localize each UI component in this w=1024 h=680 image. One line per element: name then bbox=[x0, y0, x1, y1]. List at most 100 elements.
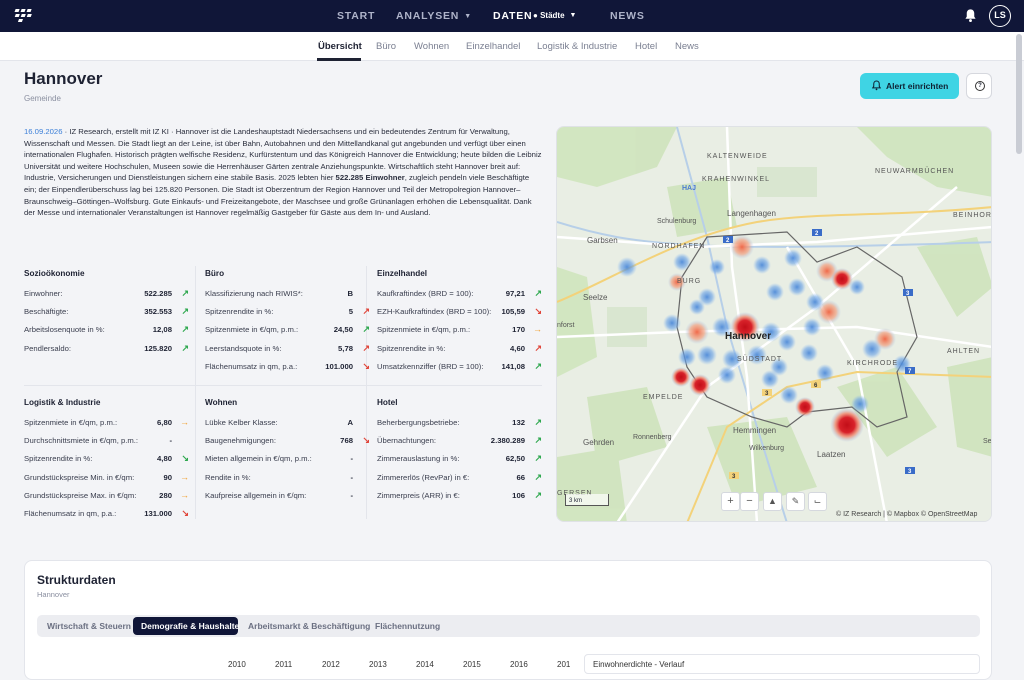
trend-arrow-icon: ↗ bbox=[181, 342, 189, 353]
kpi-row: Spitzenmiete in €/qm, p.m.: 170 → bbox=[377, 324, 547, 343]
tab-einzelhandel[interactable]: Einzelhandel bbox=[466, 41, 520, 52]
trend-arrow-icon: ↗ bbox=[534, 360, 542, 371]
kpi-value: - bbox=[350, 454, 353, 464]
zoom-in-button[interactable]: + bbox=[721, 492, 740, 511]
bell-icon[interactable] bbox=[963, 8, 978, 23]
svg-text:Schulenburg: Schulenburg bbox=[657, 218, 696, 225]
kpi-label: EZH-Kaufkraftindex (BRD = 100): bbox=[377, 307, 492, 317]
kpi-label: Rendite in %: bbox=[205, 472, 251, 482]
svg-text:EMPELDE: EMPELDE bbox=[643, 394, 683, 401]
nav-start[interactable]: START bbox=[337, 10, 375, 22]
tab-demografie[interactable]: Demografie & Haushalte bbox=[141, 621, 239, 631]
strukturdaten-title: Strukturdaten bbox=[37, 573, 116, 587]
kpi-wohnen: Wohnen Lübke Kelber Klasse: A Baugenehmigun… bbox=[205, 398, 375, 509]
page-subtitle: Gemeinde bbox=[24, 94, 61, 103]
draw-button[interactable]: ✎ bbox=[786, 492, 805, 511]
active-tab-indicator bbox=[317, 58, 361, 61]
kpi-sozio: Sozioökonomie Einwohner: 522.285 ↗ Beschäfti… bbox=[24, 269, 194, 362]
kpi-label: Grundstückspreise Min. in €/qm: bbox=[24, 472, 135, 482]
zoom-out-button[interactable]: − bbox=[740, 492, 759, 511]
kpi-row: Mieten allgemein in €/qm, p.m.: - bbox=[205, 454, 375, 472]
kpi-label: Zimmerpreis (ARR) in €: bbox=[377, 490, 460, 500]
kpi-row: Zimmererlös (RevPar) in €: 66 ↗ bbox=[377, 472, 547, 491]
chevron-down-icon: ▼ bbox=[464, 13, 472, 20]
svg-text:nforst: nforst bbox=[557, 322, 575, 329]
kpi-row: Flächenumsatz in qm, p.a.: 131.000 ↘ bbox=[24, 507, 194, 527]
trend-arrow-icon: ↗ bbox=[362, 342, 370, 353]
kpi-label: Arbeitslosenquote in %: bbox=[24, 325, 105, 335]
description-highlight: 522.285 Einwohner bbox=[335, 173, 405, 183]
kpi-label: Übernachtungen: bbox=[377, 436, 436, 446]
chart-panel: Einwohnerdichte - Verlauf bbox=[584, 654, 980, 674]
svg-text:NORDHAFEN: NORDHAFEN bbox=[652, 243, 705, 250]
alert-button[interactable]: Alert einrichten bbox=[860, 73, 959, 99]
kpi-label: Kaufkraftindex (BRD = 100): bbox=[377, 289, 474, 298]
trend-arrow-icon: ↗ bbox=[534, 435, 542, 446]
ruler-icon: ⌙ bbox=[813, 496, 822, 506]
svg-text:Langenhagen: Langenhagen bbox=[727, 209, 776, 218]
kpi-label: Spitzenrendite in %: bbox=[24, 454, 93, 464]
map-attribution[interactable]: © IZ Research | © Mapbox © OpenStreetMap bbox=[836, 511, 977, 518]
tab-arbeitsmarkt[interactable]: Arbeitsmarkt & Beschäftigung bbox=[248, 621, 370, 631]
kpi-row: Zimmerpreis (ARR) in €: 106 ↗ bbox=[377, 489, 547, 509]
kpi-value: 141,08 bbox=[501, 361, 525, 371]
nav-news[interactable]: NEWS bbox=[610, 10, 645, 22]
trend-arrow-icon: ↘ bbox=[362, 435, 370, 446]
compass-button[interactable]: ▲ bbox=[763, 492, 782, 511]
tab-flaechennutzung[interactable]: Flächennutzung bbox=[375, 621, 440, 631]
map-scale: 3 km bbox=[565, 494, 609, 506]
page-title: Hannover bbox=[24, 69, 103, 88]
tab-news[interactable]: News bbox=[675, 41, 699, 52]
kpi-value: 6,80 bbox=[157, 418, 172, 427]
kpi-value: 5,78 bbox=[338, 343, 353, 353]
kpi-label: Pendlersaldo: bbox=[24, 343, 72, 353]
kpi-row: Rendite in %: - bbox=[205, 473, 375, 491]
kpi-label: Baugenehmigungen: bbox=[205, 436, 276, 446]
scrollbar[interactable] bbox=[1016, 34, 1022, 154]
help-button[interactable]: ? bbox=[966, 73, 992, 99]
kpi-value: B bbox=[347, 289, 353, 298]
kpi-logistik: Logistik & Industrie Spitzenmiete in €/qm… bbox=[24, 398, 194, 527]
tab-wohnen[interactable]: Wohnen bbox=[414, 41, 449, 52]
kpi-section-title: Büro bbox=[205, 269, 225, 278]
svg-text:SÜDSTADT: SÜDSTADT bbox=[737, 355, 782, 363]
tab-buero[interactable]: Büro bbox=[376, 41, 396, 52]
tab-uebersicht[interactable]: Übersicht bbox=[318, 41, 362, 52]
tab-logistik[interactable]: Logistik & Industrie bbox=[537, 41, 617, 52]
kpi-section-title: Einzelhandel bbox=[377, 269, 428, 278]
kpi-value: 105,59 bbox=[501, 307, 525, 317]
trend-arrow-icon: ↘ bbox=[181, 507, 189, 518]
user-avatar[interactable]: LS bbox=[989, 5, 1011, 27]
kpi-row: Beherbergungsbetriebe: 132 ↗ bbox=[377, 417, 547, 436]
trend-arrow-icon: ↗ bbox=[534, 342, 542, 353]
kpi-value: 97,21 bbox=[505, 289, 525, 298]
kpi-value: 4,60 bbox=[510, 343, 525, 353]
kpi-buero: Büro Klassifizierung nach RIWIS*: B Spitzen… bbox=[205, 269, 375, 380]
kpi-label: Beschäftigte: bbox=[24, 307, 69, 317]
kpi-value: 131.000 bbox=[144, 508, 172, 518]
divider bbox=[24, 385, 542, 386]
heat-map[interactable]: KALTENWEIDE KRAHENWINKEL HAJ Schulenburg La… bbox=[556, 126, 992, 522]
trend-arrow-icon: ↗ bbox=[534, 489, 542, 500]
tab-hotel[interactable]: Hotel bbox=[635, 41, 657, 52]
kpi-value: 522.285 bbox=[144, 289, 172, 298]
svg-text:KALTENWEIDE: KALTENWEIDE bbox=[707, 153, 768, 160]
nav-daten[interactable]: DATEN bbox=[493, 10, 532, 22]
city-selector[interactable]: ● Städte ▼ bbox=[533, 11, 576, 20]
tab-wirtschaft[interactable]: Wirtschaft & Steuern bbox=[47, 621, 131, 631]
kpi-label: Spitzenmiete in €/qm, p.m.: bbox=[377, 325, 471, 335]
question-icon: ? bbox=[975, 81, 985, 91]
kpi-row: Durchschnittsmiete in €/qm, p.m.: - bbox=[24, 436, 194, 454]
kpi-value: 5 bbox=[348, 307, 353, 317]
map-canvas[interactable]: KALTENWEIDE KRAHENWINKEL HAJ Schulenburg La… bbox=[557, 127, 992, 522]
svg-text:KRAHENWINKEL: KRAHENWINKEL bbox=[702, 176, 770, 183]
kpi-row: Spitzenrendite in %: 4,80 ↘ bbox=[24, 453, 194, 472]
kpi-label: Flächenumsatz in qm, p.a.: bbox=[205, 361, 298, 371]
nav-analysen[interactable]: ANALYSEN ▼ bbox=[396, 10, 472, 22]
kpi-value: A bbox=[347, 418, 353, 427]
area-button[interactable]: ⌙ bbox=[808, 492, 827, 511]
kpi-row: Grundstückspreise Min. in €/qm: 90 → bbox=[24, 472, 194, 491]
strukturdaten-subtitle: Hannover bbox=[37, 590, 70, 599]
kpi-value: 106 bbox=[512, 490, 525, 500]
kpi-value: - bbox=[350, 472, 353, 482]
